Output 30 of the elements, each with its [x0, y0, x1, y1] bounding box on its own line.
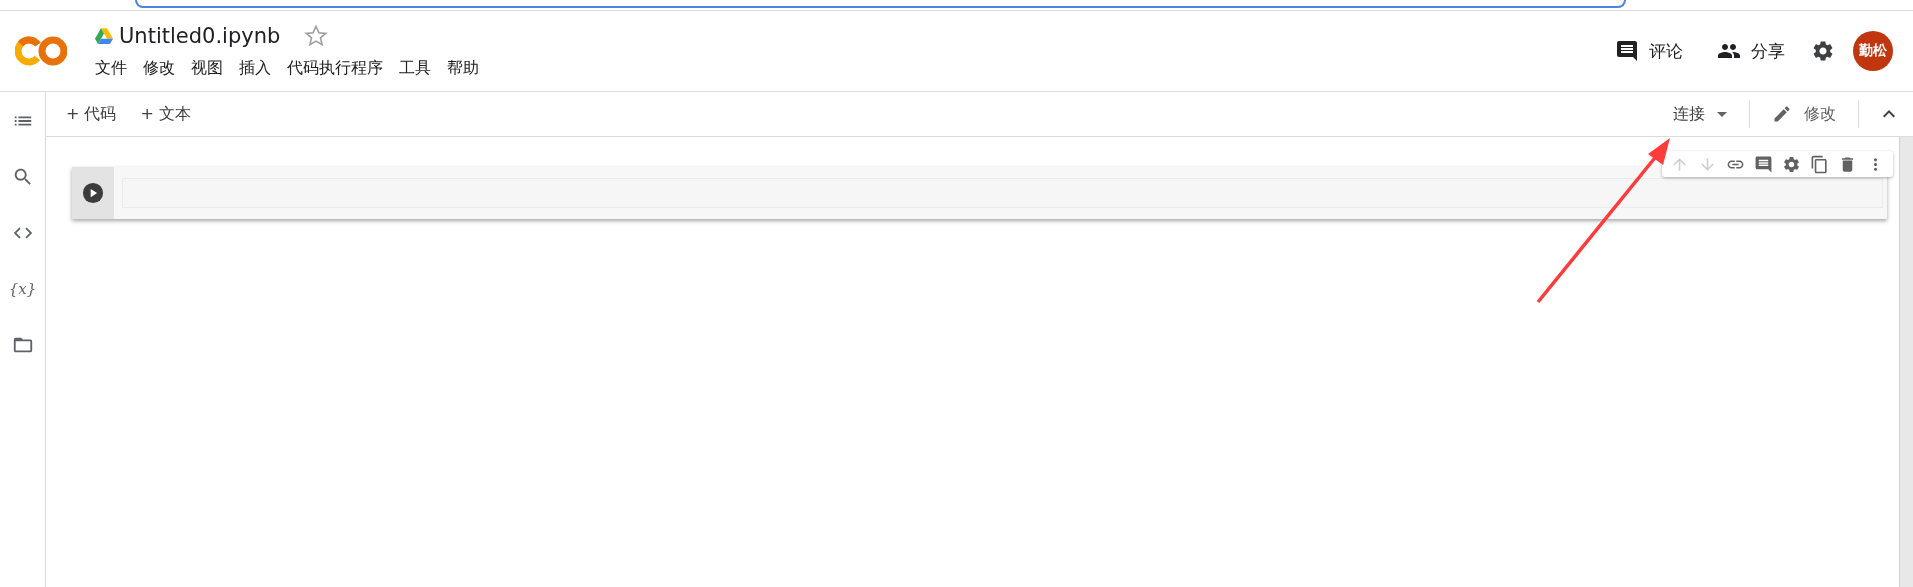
- settings-icon[interactable]: [1811, 39, 1835, 63]
- connect-button[interactable]: 连接: [1665, 99, 1735, 129]
- comment-icon: [1615, 39, 1639, 63]
- drive-icon[interactable]: [95, 27, 113, 44]
- menu-item[interactable]: 视图: [191, 57, 223, 79]
- share-button[interactable]: 分享: [1709, 35, 1793, 67]
- run-button[interactable]: [82, 182, 104, 204]
- add-cell-button[interactable]: + 文本: [132, 99, 199, 129]
- add-cell-button[interactable]: + 代码: [58, 99, 125, 129]
- menu-item[interactable]: 修改: [143, 57, 175, 79]
- edit-button[interactable]: 修改: [1764, 99, 1844, 129]
- menu-item[interactable]: 代码执行程序: [287, 57, 383, 79]
- comment-icon[interactable]: [1754, 154, 1773, 174]
- notebook-title[interactable]: Untitled0.ipynb: [119, 23, 281, 48]
- avatar[interactable]: 勤松: [1853, 31, 1893, 71]
- menu-item[interactable]: 帮助: [447, 57, 479, 79]
- menu-item[interactable]: 插入: [239, 57, 271, 79]
- scrollbar[interactable]: [1899, 137, 1913, 587]
- menu-item[interactable]: 文件: [95, 57, 127, 79]
- menu-item[interactable]: 工具: [399, 57, 431, 79]
- colab-logo[interactable]: [15, 34, 67, 68]
- variables-icon[interactable]: {x}: [8, 278, 37, 300]
- caret-icon: [1717, 111, 1727, 117]
- settings-icon[interactable]: [1782, 154, 1801, 174]
- address-bar[interactable]: [135, 0, 1626, 8]
- code-cell[interactable]: [72, 167, 1887, 219]
- star-icon[interactable]: [304, 23, 329, 48]
- pencil-icon: [1772, 104, 1792, 124]
- copy-icon[interactable]: [1810, 154, 1829, 174]
- comment-button[interactable]: 评论: [1607, 35, 1691, 67]
